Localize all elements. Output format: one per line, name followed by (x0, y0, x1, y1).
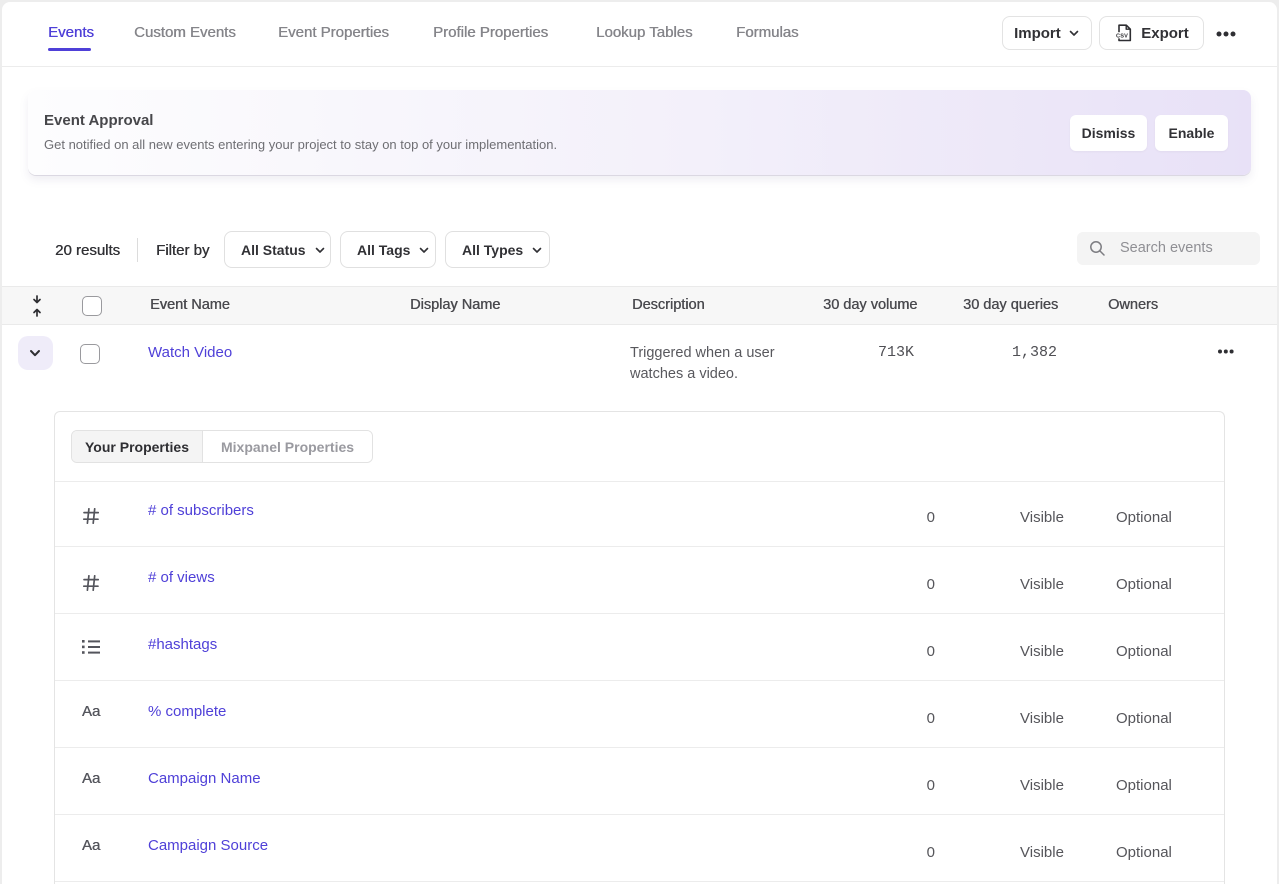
svg-text:CSV: CSV (1116, 33, 1128, 39)
